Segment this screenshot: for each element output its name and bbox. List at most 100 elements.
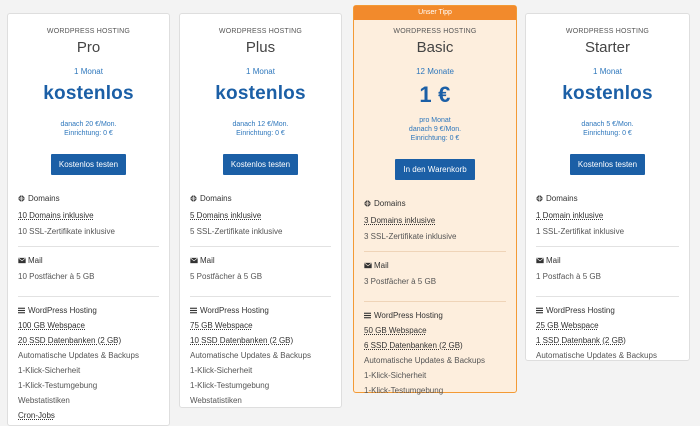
pricing-plans: WORDPRESS HOSTING Pro 1 Monat kostenlos … [0,0,700,426]
domains-section-title: Domains [190,194,331,203]
auto-updates: Automatische Updates & Backups [18,351,139,360]
ssl-included: 5 SSL-Zertifikate inklusive [190,227,283,236]
wordpress-title: WordPress Hosting [200,306,269,315]
webspace[interactable]: 75 GB Webspace [190,321,253,330]
plan-name: Basic [416,39,454,56]
menu-lines-icon [190,307,197,314]
globe-icon [18,195,25,202]
ssd-databases[interactable]: 20 SSD Datenbanken (2 GB) [18,336,121,345]
wordpress-title: WordPress Hosting [374,311,443,320]
domains-section-title: Domains [536,194,679,203]
cron-jobs[interactable]: Cron-Jobs [18,411,55,420]
plan-card-starter: WORDPRESS HOSTING Starter 1 Monat kosten… [525,13,690,361]
divider [536,246,679,247]
divider [536,296,679,297]
mail-section-title: Mail [190,256,331,265]
plan-price: 1 € [419,82,451,107]
divider [18,296,159,297]
try-free-button[interactable]: Kostenlos testen [222,154,299,175]
try-free-button[interactable]: Kostenlos testen [50,154,127,175]
per-month: pro Monat [419,117,451,124]
divider [364,301,506,302]
ssd-databases[interactable]: 10 SSD Datenbanken (2 GB) [190,336,293,345]
mail-icon [536,257,544,264]
domains-included[interactable]: 3 Domains inklusive [364,216,435,225]
domains-title: Domains [374,199,406,208]
plan-price-note: danach 20 €/Mon. Einrichtung: 0 € [8,120,169,138]
divider [18,246,159,247]
domains-included[interactable]: 5 Domains inklusive [190,211,261,220]
setup-fee: Einrichtung: 0 € [410,135,460,142]
domains-included[interactable]: 1 Domain inklusive [536,211,603,220]
after-price: danach 5 €/Mon. [581,121,634,128]
plan-card-basic: Unser Tipp WORDPRESS HOSTING Basic 12 Mo… [353,5,517,395]
webspace[interactable]: 100 GB Webspace [18,321,85,330]
plan-duration: 1 Monat [593,67,622,76]
mail-icon [190,257,198,264]
mail-icon [364,262,372,269]
one-click-security: 1-Klick-Sicherheit [18,366,81,375]
webspace[interactable]: 50 GB Webspace [364,326,427,335]
mail-title: Mail [28,256,43,265]
domains-title: Domains [546,194,578,203]
domains-section-title: Domains [18,194,159,203]
auto-updates: Automatische Updates & Backups [190,351,311,360]
web-statistics: Webstatistiken [190,396,242,405]
ssl-included: 10 SSL-Zertifikate inklusive [18,227,115,236]
setup-fee: Einrichtung: 0 € [583,130,632,137]
after-price: danach 9 €/Mon. [408,126,462,133]
domains-title: Domains [200,194,232,203]
menu-lines-icon [364,312,371,319]
plan-name: Plus [245,39,276,56]
menu-lines-icon [18,307,25,314]
web-statistics: Webstatistiken [18,396,70,405]
divider [190,296,331,297]
globe-icon [536,195,543,202]
ssl-included: 1 SSL-Zertifikat inklusive [536,227,625,236]
mail-title: Mail [200,256,215,265]
one-click-testing: 1-Klick-Testumgebung [18,381,98,390]
one-click-security: 1-Klick-Sicherheit [364,371,427,380]
mail-section-title: Mail [364,261,506,270]
try-free-button[interactable]: Kostenlos testen [569,154,646,175]
wordpress-title: WordPress Hosting [546,306,615,315]
plan-name: Pro [76,39,101,56]
wordpress-section-title: WordPress Hosting [190,306,331,315]
domains-included[interactable]: 10 Domains inklusive [18,211,94,220]
after-price: danach 12 €/Mon. [232,121,289,128]
mail-section-title: Mail [536,256,679,265]
domains-section-title: Domains [364,199,506,208]
ssd-database[interactable]: 1 SSD Datenbank (2 GB) [536,336,626,345]
globe-icon [364,200,371,207]
globe-icon [190,195,197,202]
mail-mailboxes: 1 Postfach à 5 GB [536,272,601,281]
auto-updates: Automatische Updates & Backups [536,351,657,360]
plan-price-note: danach 12 €/Mon. Einrichtung: 0 € [180,120,341,138]
plan-duration: 1 Monat [246,67,275,76]
plan-price: kostenlos [215,83,306,104]
menu-lines-icon [536,307,543,314]
plan-kicker: WORDPRESS HOSTING [218,28,303,35]
ssl-included: 3 SSL-Zertifikate inklusive [364,232,457,241]
wordpress-section-title: WordPress Hosting [18,306,159,315]
add-to-cart-button[interactable]: In den Warenkorb [395,159,475,180]
plan-duration: 12 Monate [416,67,454,76]
plan-card-plus: WORDPRESS HOSTING Plus 1 Monat kostenlos… [179,13,342,408]
ssd-databases[interactable]: 6 SSD Datenbanken (2 GB) [364,341,463,350]
mail-icon [18,257,26,264]
mail-mailboxes: 5 Postfächer à 5 GB [190,272,263,281]
domains-title: Domains [28,194,60,203]
one-click-security: 1-Klick-Sicherheit [190,366,253,375]
divider [190,246,331,247]
after-price: danach 20 €/Mon. [60,121,117,128]
plan-price-note: danach 5 €/Mon. Einrichtung: 0 € [526,120,689,138]
plan-kicker: WORDPRESS HOSTING [393,28,477,35]
webspace[interactable]: 25 GB Webspace [536,321,599,330]
plan-name: Starter [584,39,630,56]
setup-fee: Einrichtung: 0 € [64,130,113,137]
mail-mailboxes: 10 Postfächer à 5 GB [18,272,95,281]
wordpress-section-title: WordPress Hosting [364,311,506,320]
plan-duration: 1 Monat [74,67,103,76]
mail-section-title: Mail [18,256,159,265]
divider [364,251,506,252]
